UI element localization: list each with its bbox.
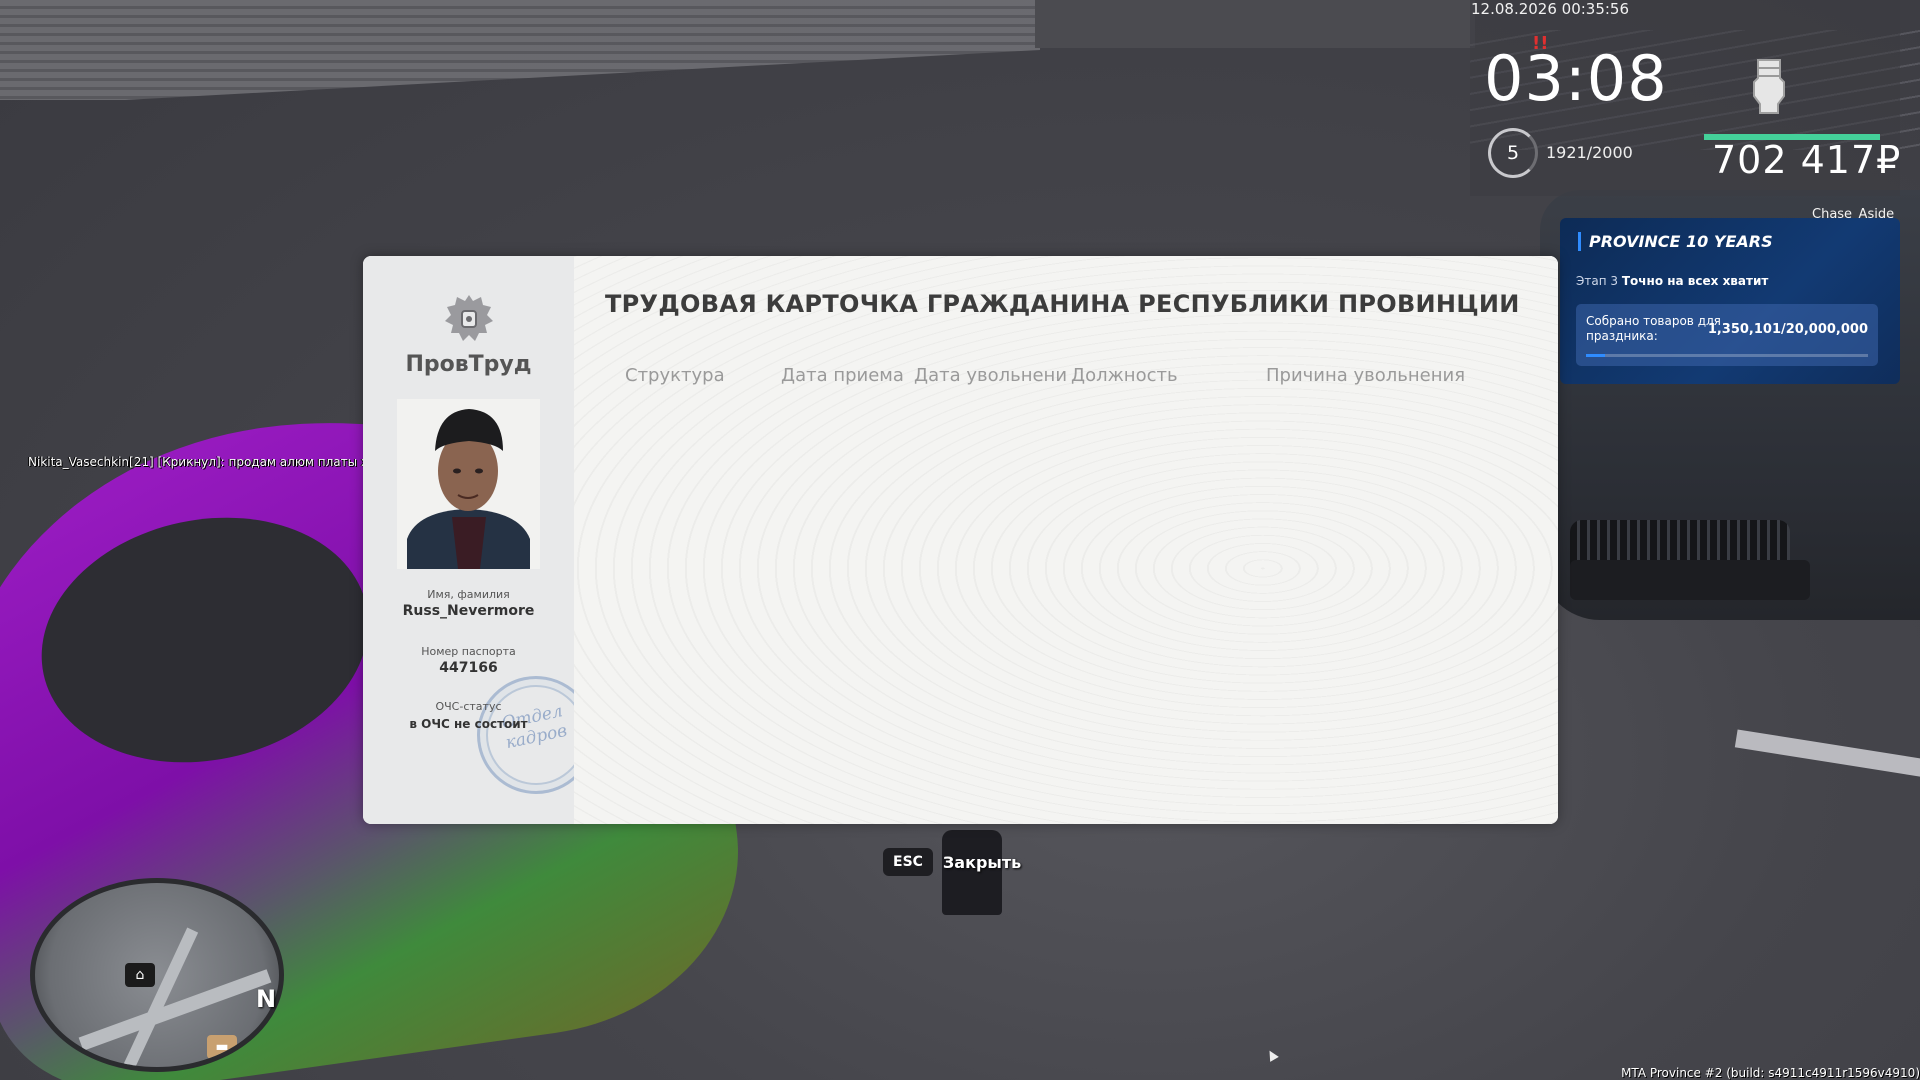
- hud-level: 5: [1488, 128, 1538, 178]
- close-control[interactable]: ESC Закрыть: [883, 848, 1021, 876]
- event-stage: Этап 3 Точно на всех хватит: [1576, 274, 1768, 288]
- event-progress-bar: [1586, 354, 1868, 357]
- event-collected-value: 1,350,101/20,000,000: [1707, 322, 1868, 337]
- event-title: PROVINCE 10 YEARS: [1578, 232, 1773, 251]
- hud-clock: 03:08: [1484, 42, 1668, 115]
- status-value: в ОЧС не состоит: [409, 717, 528, 731]
- card-title: ТРУДОВАЯ КАРТОЧКА ГРАЖДАНИНА РЕСПУБЛИКИ …: [605, 290, 1520, 318]
- close-button[interactable]: Закрыть: [943, 853, 1021, 872]
- column-dismissal-reason: Причина увольнения: [1266, 365, 1466, 386]
- hud-datetime: 12.08.2026 00:35:56: [1471, 0, 1630, 18]
- citizen-avatar: [397, 399, 540, 569]
- card-sidebar: ПровТруд Имя, фамилия Russ_Nevermore Ном…: [363, 256, 606, 824]
- north-icon: N: [256, 985, 277, 1013]
- event-progress-box: Собрано товаров для праздника: 1,350,101…: [1576, 304, 1878, 366]
- build-info: MTA Province #2 (build: s4911c4911r1596v…: [1621, 1066, 1920, 1080]
- car-icon: ▬: [207, 1035, 237, 1059]
- column-hire-date: Дата приема: [781, 365, 904, 386]
- event-progress-fill: [1586, 354, 1606, 357]
- name-value: Russ_Nevermore: [402, 603, 535, 619]
- fist-icon: [1753, 59, 1785, 114]
- event-stage-label: Этап 3: [1576, 274, 1619, 288]
- dark-car-plate: [1570, 560, 1810, 600]
- minimap: ⌂ ▬: [30, 878, 284, 1072]
- passport-label: Номер паспорта: [421, 645, 516, 658]
- column-structure: Структура: [625, 365, 725, 386]
- passport-value: 447166: [439, 660, 498, 676]
- event-collected-label: Собрано товаров для праздника:: [1586, 314, 1721, 343]
- brand-name: ПровТруд: [405, 352, 532, 377]
- hud-xp: 1921/2000: [1546, 143, 1633, 162]
- card-main: ТРУДОВАЯ КАРТОЧКА ГРАЖДАНИНА РЕСПУБЛИКИ …: [574, 256, 1558, 824]
- work-card-modal: ПровТруд Имя, фамилия Russ_Nevermore Ном…: [363, 256, 1558, 824]
- hud-money: 702 417₽: [1712, 138, 1902, 182]
- status-label: ОЧС-статус: [435, 700, 502, 713]
- building-roof: [1035, 0, 1475, 48]
- building-wall: [0, 0, 1040, 100]
- event-panel: PROVINCE 10 YEARS Этап 3 Точно на всех х…: [1560, 218, 1900, 384]
- column-position: Должность: [1071, 365, 1178, 386]
- citizen-photo: [397, 399, 540, 569]
- name-label: Имя, фамилия: [427, 588, 510, 601]
- esc-key[interactable]: ESC: [883, 848, 933, 876]
- coat-of-arms-icon: [445, 295, 493, 341]
- road-marking: [1734, 729, 1920, 779]
- event-stage-name: Точно на всех хватит: [1621, 274, 1769, 288]
- column-dismissal-date: Дата увольнени: [914, 365, 1068, 386]
- house-icon: ⌂: [125, 963, 155, 987]
